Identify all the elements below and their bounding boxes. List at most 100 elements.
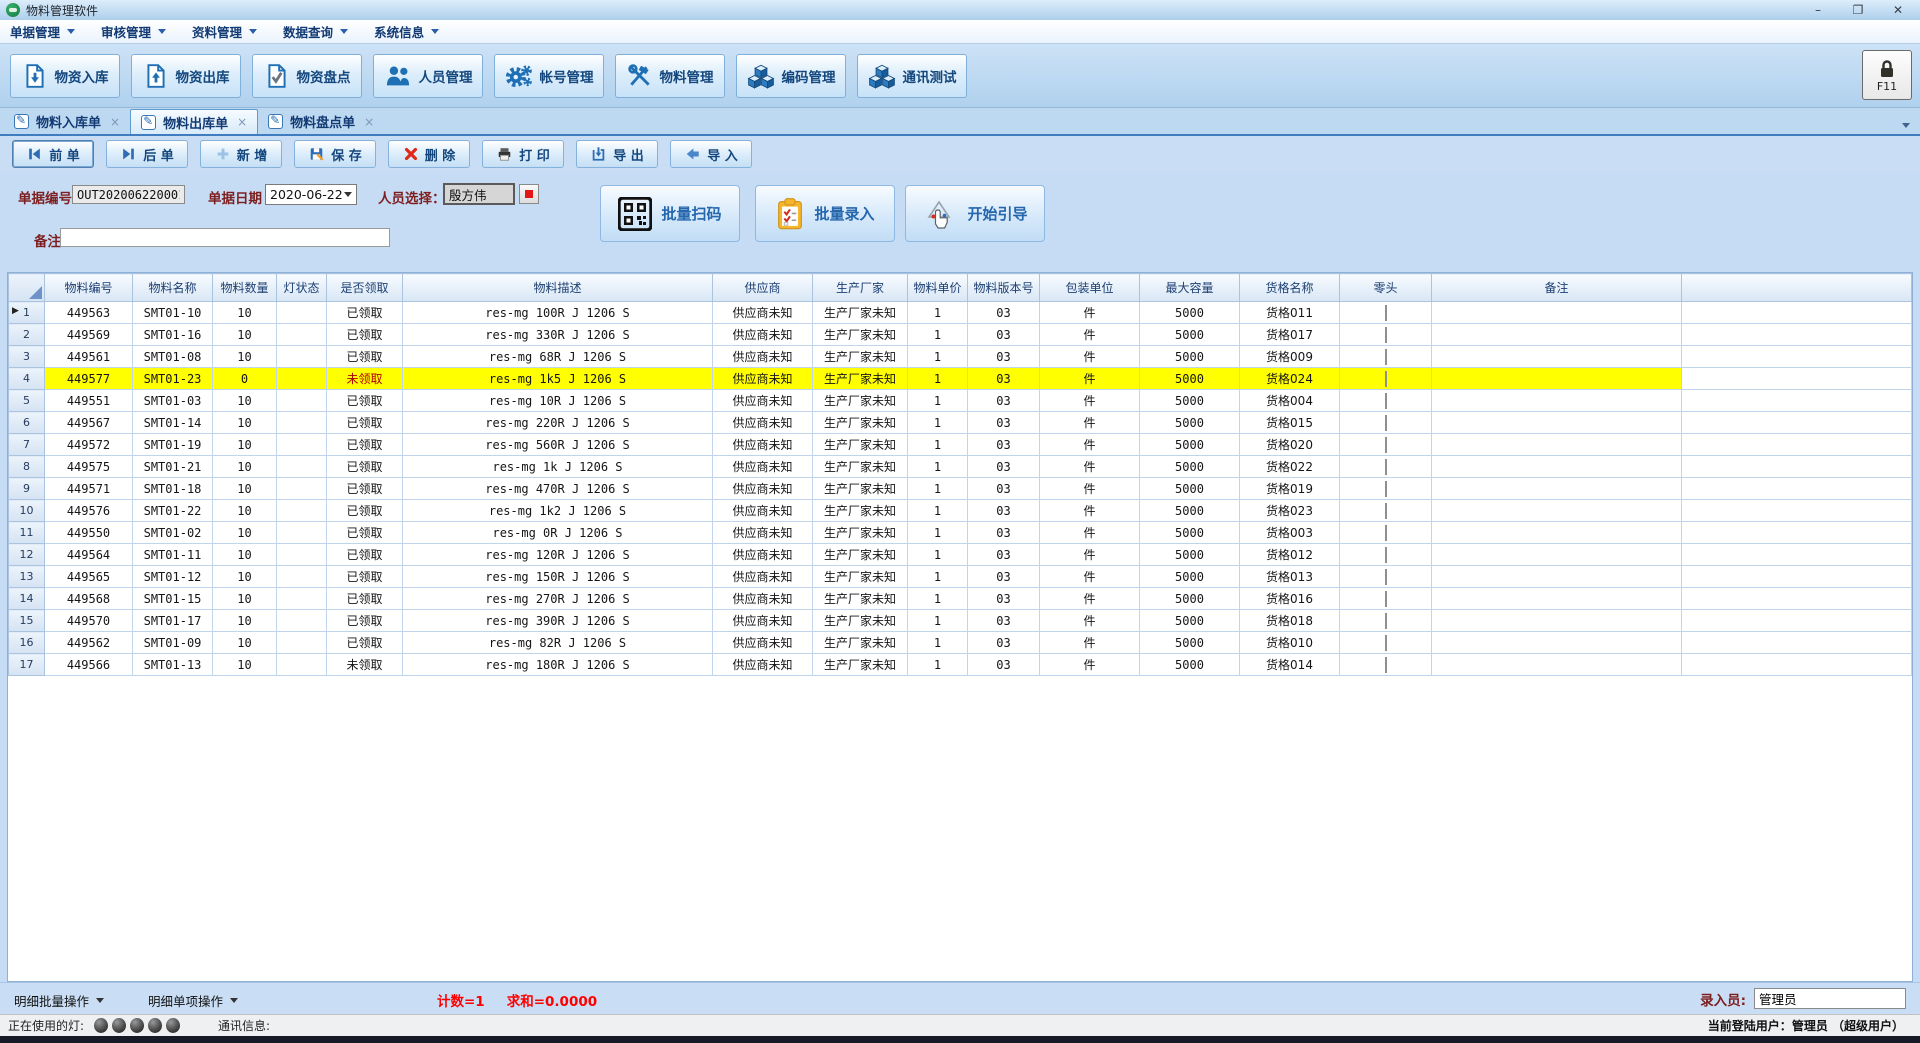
row-header[interactable]: 11 — [9, 522, 45, 544]
cell-lamp[interactable] — [277, 610, 327, 632]
cell-version[interactable]: 03 — [968, 478, 1040, 500]
cell-version[interactable]: 03 — [968, 412, 1040, 434]
row-header[interactable]: ▶1 — [9, 302, 45, 324]
cell-lamp[interactable] — [277, 324, 327, 346]
cell-odd[interactable] — [1340, 654, 1432, 676]
menu-item[interactable]: 审核管理 — [101, 22, 166, 41]
table-row[interactable]: 17 449566 SMT01-13 10 未领取 res-mg 180R J … — [9, 654, 1912, 676]
cell-slot-name[interactable]: 货格022 — [1240, 456, 1340, 478]
cell-receive-status[interactable]: 已领取 — [327, 588, 403, 610]
row-header[interactable]: 16 — [9, 632, 45, 654]
cell-manufacturer[interactable]: 生产厂家未知 — [813, 500, 908, 522]
cell-material-name[interactable]: SMT01-14 — [133, 412, 213, 434]
cell-description[interactable]: res-mg 180R J 1206 S — [403, 654, 713, 676]
cell-pack-unit[interactable]: 件 — [1040, 610, 1140, 632]
row-header[interactable]: 3 — [9, 346, 45, 368]
cell-material-name[interactable]: SMT01-03 — [133, 390, 213, 412]
odd-checkbox[interactable] — [1385, 393, 1387, 409]
minimize-button[interactable]: – — [1810, 1, 1826, 19]
row-header[interactable]: 17 — [9, 654, 45, 676]
cell-quantity[interactable]: 10 — [213, 588, 277, 610]
delete-button[interactable]: 删 除 — [388, 140, 470, 168]
cell-version[interactable]: 03 — [968, 368, 1040, 390]
batch-ops-menu[interactable]: 明细批量操作 — [14, 991, 104, 1010]
cell-slot-name[interactable]: 货格019 — [1240, 478, 1340, 500]
print-button[interactable]: 打 印 — [482, 140, 564, 168]
close-button[interactable]: ✕ — [1890, 1, 1906, 19]
cell-manufacturer[interactable]: 生产厂家未知 — [813, 302, 908, 324]
cell-material-code[interactable]: 449563 — [45, 302, 133, 324]
single-ops-menu[interactable]: 明细单项操作 — [148, 991, 238, 1010]
import-button[interactable]: 导 入 — [670, 140, 752, 168]
cell-max-capacity[interactable]: 5000 — [1140, 456, 1240, 478]
cell-max-capacity[interactable]: 5000 — [1140, 610, 1240, 632]
cell-receive-status[interactable]: 已领取 — [327, 632, 403, 654]
cell-description[interactable]: res-mg 220R J 1206 S — [403, 412, 713, 434]
cell-supplier[interactable]: 供应商未知 — [713, 588, 813, 610]
odd-checkbox[interactable] — [1385, 437, 1387, 453]
lock-f11-button[interactable]: F11 — [1862, 50, 1912, 100]
maximize-button[interactable]: ❐ — [1850, 1, 1866, 19]
cell-slot-name[interactable]: 货格004 — [1240, 390, 1340, 412]
col-unit-price[interactable]: 物料单价 — [908, 274, 968, 302]
cell-max-capacity[interactable]: 5000 — [1140, 654, 1240, 676]
row-header[interactable]: 4 — [9, 368, 45, 390]
col-odd[interactable]: 零头 — [1340, 274, 1432, 302]
cell-description[interactable]: res-mg 150R J 1206 S — [403, 566, 713, 588]
cell-lamp[interactable] — [277, 412, 327, 434]
cell-material-name[interactable]: SMT01-21 — [133, 456, 213, 478]
cell-odd[interactable] — [1340, 368, 1432, 390]
cell-quantity[interactable]: 10 — [213, 434, 277, 456]
cell-material-name[interactable]: SMT01-11 — [133, 544, 213, 566]
cell-odd[interactable] — [1340, 324, 1432, 346]
cell-receive-status[interactable]: 已领取 — [327, 434, 403, 456]
stocktake-button[interactable]: 物资盘点 — [252, 54, 362, 98]
cell-quantity[interactable]: 10 — [213, 412, 277, 434]
cell-unit-price[interactable]: 1 — [908, 478, 968, 500]
cell-manufacturer[interactable]: 生产厂家未知 — [813, 368, 908, 390]
cell-odd[interactable] — [1340, 632, 1432, 654]
cell-material-code[interactable]: 449561 — [45, 346, 133, 368]
cell-odd[interactable] — [1340, 566, 1432, 588]
cell-remark[interactable] — [1432, 588, 1682, 610]
cell-pack-unit[interactable]: 件 — [1040, 478, 1140, 500]
cell-quantity[interactable]: 10 — [213, 456, 277, 478]
row-header[interactable]: 12 — [9, 544, 45, 566]
cell-lamp[interactable] — [277, 368, 327, 390]
cell-odd[interactable] — [1340, 478, 1432, 500]
cell-odd[interactable] — [1340, 302, 1432, 324]
cell-supplier[interactable]: 供应商未知 — [713, 434, 813, 456]
cell-material-name[interactable]: SMT01-10 — [133, 302, 213, 324]
row-header[interactable]: 2 — [9, 324, 45, 346]
cell-material-name[interactable]: SMT01-19 — [133, 434, 213, 456]
cell-pack-unit[interactable]: 件 — [1040, 412, 1140, 434]
cell-description[interactable]: res-mg 82R J 1206 S — [403, 632, 713, 654]
table-row[interactable]: 8 449575 SMT01-21 10 已领取 res-mg 1k J 120… — [9, 456, 1912, 478]
cell-lamp[interactable] — [277, 588, 327, 610]
cell-odd[interactable] — [1340, 456, 1432, 478]
cell-quantity[interactable]: 10 — [213, 654, 277, 676]
personnel-button[interactable]: 人员管理 — [373, 54, 483, 98]
cell-pack-unit[interactable]: 件 — [1040, 588, 1140, 610]
cell-manufacturer[interactable]: 生产厂家未知 — [813, 478, 908, 500]
cell-description[interactable]: res-mg 68R J 1206 S — [403, 346, 713, 368]
cell-material-code[interactable]: 449576 — [45, 500, 133, 522]
document-tab[interactable]: 物料盘点单 × — [258, 109, 384, 134]
cell-material-name[interactable]: SMT01-17 — [133, 610, 213, 632]
odd-checkbox[interactable] — [1385, 547, 1387, 563]
cell-lamp[interactable] — [277, 390, 327, 412]
cell-lamp[interactable] — [277, 544, 327, 566]
table-row[interactable]: 4 449577 SMT01-23 0 未领取 res-mg 1k5 J 120… — [9, 368, 1912, 390]
cell-remark[interactable] — [1432, 346, 1682, 368]
cell-manufacturer[interactable]: 生产厂家未知 — [813, 324, 908, 346]
row-header[interactable]: 8 — [9, 456, 45, 478]
cell-pack-unit[interactable]: 件 — [1040, 346, 1140, 368]
cell-version[interactable]: 03 — [968, 434, 1040, 456]
cell-material-name[interactable]: SMT01-08 — [133, 346, 213, 368]
cell-receive-status[interactable]: 未领取 — [327, 368, 403, 390]
cell-description[interactable]: res-mg 1k J 1206 S — [403, 456, 713, 478]
batch-scan-button[interactable]: 批量扫码 — [600, 185, 740, 242]
table-row[interactable]: 7 449572 SMT01-19 10 已领取 res-mg 560R J 1… — [9, 434, 1912, 456]
person-input[interactable] — [443, 183, 515, 205]
cell-version[interactable]: 03 — [968, 522, 1040, 544]
